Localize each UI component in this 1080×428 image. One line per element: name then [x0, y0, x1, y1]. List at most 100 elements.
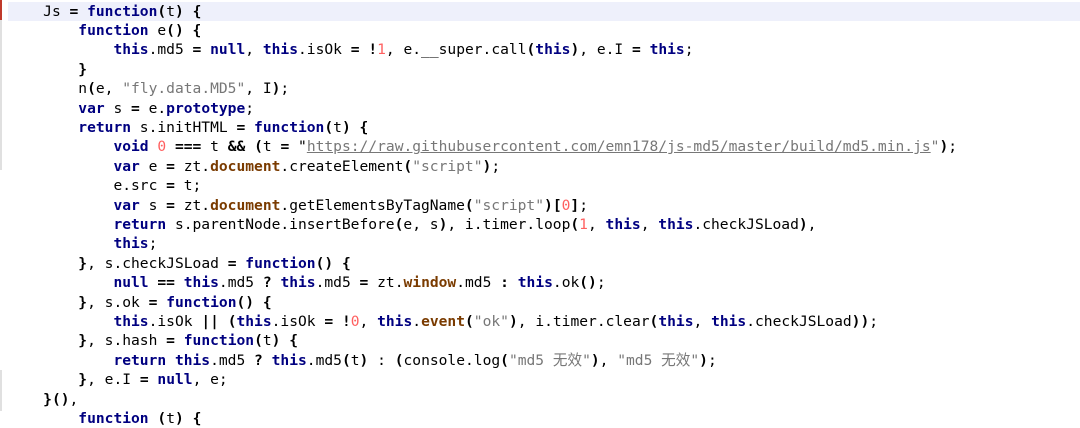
code-token: "script" — [412, 157, 483, 175]
code-line[interactable]: return s.parentNode.insertBefore (e, s) , … — [8, 215, 1080, 234]
code-token: this — [605, 215, 641, 233]
code-line[interactable]: this.md5 = null, this.isOk = !1, e.__sup… — [8, 40, 1080, 59]
code-token: n — [78, 80, 88, 98]
code-line[interactable]: }(), — [8, 390, 1080, 409]
code-token: } — [78, 371, 88, 389]
code-token: = — [631, 41, 641, 59]
code-token: window — [403, 274, 457, 292]
code-line[interactable]: var e = zt.document.createElement("scrip… — [8, 157, 1080, 176]
code-token: ( — [394, 351, 404, 369]
code-token: this — [280, 274, 316, 292]
code-token: ; — [148, 235, 158, 253]
code-token: } — [78, 332, 88, 350]
code-line[interactable]: var s = zt.document.getElementsByTagName… — [8, 196, 1080, 215]
code-token: ; — [869, 312, 879, 330]
code-token: ( — [324, 118, 334, 136]
code-line[interactable]: null == this.md5 ? this.md5 = zt.window.… — [8, 273, 1080, 292]
code-line[interactable]: Js = function(t) { — [8, 1, 1080, 21]
gutter-change-marker — [0, 20, 2, 170]
code-line[interactable]: }, s.hash = function(t) { — [8, 331, 1080, 350]
code-token: function — [245, 254, 316, 272]
code-line[interactable]: void 0 === t && (t = "https://raw.github… — [8, 137, 1080, 156]
code-token: "fly.data.MD5" — [122, 80, 246, 98]
code-token: = — [60, 2, 88, 20]
code-token: function — [87, 2, 158, 20]
code-token: === — [174, 138, 202, 156]
code-token: ] — [570, 196, 580, 214]
code-token: , s.ok — [87, 293, 149, 311]
code-token: this — [649, 41, 685, 59]
code-token: e. — [139, 99, 167, 117]
code-token: = — [131, 99, 140, 117]
code-line[interactable]: function e() { — [8, 21, 1080, 40]
gutter-change-marker — [0, 370, 2, 411]
code-token: == — [157, 274, 175, 292]
code-token: .md5 — [315, 274, 360, 292]
code-line[interactable]: n(e, "fly.data.MD5", I); — [8, 79, 1080, 98]
code-token: ) — [174, 409, 184, 427]
code-token: , — [640, 215, 659, 233]
code-token: ( — [254, 138, 263, 156]
code-token: s — [139, 196, 167, 214]
code-token: e.src — [113, 177, 167, 195]
code-token: this — [658, 215, 694, 233]
code-token: .isOk — [148, 312, 202, 330]
code-token: "ok" — [473, 312, 509, 330]
code-token: = — [192, 41, 202, 59]
code-token: } — [43, 390, 52, 408]
code-line[interactable]: var s = e.prototype; — [8, 99, 1080, 118]
code-token: return — [78, 118, 132, 136]
code-token: ( — [526, 41, 536, 59]
code-line[interactable]: this; — [8, 234, 1080, 253]
code-token: .md5 — [148, 41, 193, 59]
code-line[interactable]: return s.initHTML = function(t) { — [8, 118, 1080, 137]
code-token: () — [51, 390, 70, 408]
code-line[interactable]: return this.md5 ? this.md5(t) : (console… — [8, 351, 1080, 370]
code-token: .md5 — [306, 351, 342, 369]
code-token: , s.checkJSLoad — [87, 254, 228, 272]
code-token: prototype — [166, 99, 246, 117]
code-token: t — [333, 118, 342, 136]
code-line[interactable]: }, s.ok = function() { — [8, 293, 1080, 312]
code-token: ? — [254, 351, 263, 369]
code-token: } — [78, 60, 88, 78]
code-token: } — [78, 254, 88, 272]
code-token: = — [280, 138, 290, 156]
code-token: = — [324, 312, 334, 330]
code-line[interactable]: function (t) { — [8, 409, 1080, 428]
code-line[interactable]: e.src = t; — [8, 176, 1080, 195]
code-line[interactable]: }, e.I = null, e; — [8, 370, 1080, 389]
code-token: = — [166, 157, 175, 175]
code-token: .checkJSLoad — [693, 215, 799, 233]
code-token: function — [166, 293, 237, 311]
code-token: s — [104, 99, 132, 117]
code-token: "md5 无效" — [617, 351, 700, 369]
code-token: s.initHTML — [131, 118, 237, 136]
code-editor[interactable]: Js = function(t) { function e() { this.m… — [8, 0, 1080, 427]
code-token: 1 — [377, 41, 386, 59]
code-token: = — [166, 177, 175, 195]
code-token: e — [139, 157, 167, 175]
code-token: { — [350, 118, 369, 136]
code-token: () — [166, 21, 184, 39]
code-token: ; — [245, 99, 255, 117]
code-line[interactable]: } — [8, 60, 1080, 79]
code-token: { — [183, 2, 202, 20]
code-line[interactable]: this.isOk || (this.isOk = !0, this.event… — [8, 312, 1080, 331]
code-token: null — [113, 274, 149, 292]
code-token: , e.I — [579, 41, 632, 59]
code-token: var — [113, 157, 140, 175]
code-token: .isOk — [298, 41, 351, 59]
code-token: e, — [95, 80, 123, 98]
code-line[interactable]: }, s.checkJSLoad = function() { — [8, 254, 1080, 273]
code-token: function — [254, 118, 325, 136]
